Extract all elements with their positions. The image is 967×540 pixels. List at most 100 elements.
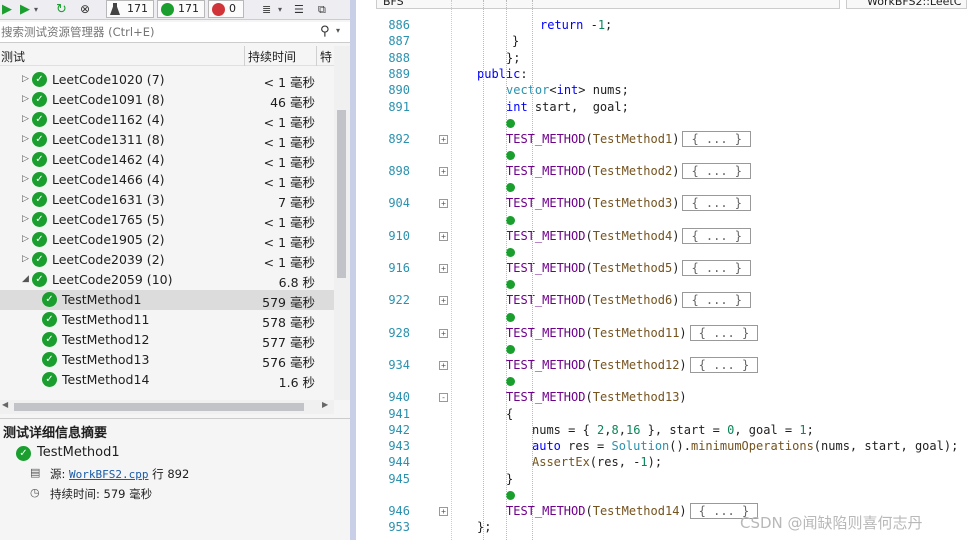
tree-row[interactable]: ▷ ✓ LeetCode1020 (7) < 1 毫秒 <box>0 70 334 90</box>
rerun-icon[interactable]: ↻ <box>56 1 67 18</box>
layout-icon[interactable]: ⧉ <box>318 1 326 18</box>
code-line[interactable]: AssertEx(res, -1); <box>532 454 662 470</box>
tree-row[interactable]: ▷ ✓ LeetCode1462 (4) < 1 毫秒 <box>0 150 334 170</box>
expand-fold-icon[interactable]: + <box>439 167 448 177</box>
code-line[interactable]: TEST_METHOD(TestMethod14){ ... } <box>506 503 759 519</box>
tree-row[interactable]: ▷ ✓ LeetCode1091 (8) 46 毫秒 <box>0 90 334 110</box>
codelens-pass-icon[interactable] <box>506 183 515 193</box>
tree-horizontal-scrollbar[interactable]: ◀ ▶ <box>0 400 334 414</box>
code-line[interactable]: public: <box>477 66 528 82</box>
code-line[interactable]: return -1; <box>540 17 612 33</box>
tree-row[interactable]: ✓ TestMethod12 577 毫秒 <box>0 330 334 350</box>
expand-fold-icon[interactable]: + <box>439 199 448 209</box>
expand-icon[interactable]: ▷ <box>22 214 29 224</box>
codelens-pass-icon[interactable] <box>506 344 515 354</box>
code-line[interactable]: TEST_METHOD(TestMethod6){ ... } <box>506 292 752 309</box>
codelens-pass-icon[interactable] <box>506 151 515 161</box>
expand-icon[interactable]: ▷ <box>22 114 29 124</box>
group-dropdown-icon[interactable]: ▾ <box>278 1 282 18</box>
cancel-icon[interactable]: ⊗ <box>80 1 90 18</box>
passed-tests-badge[interactable]: 171 <box>157 0 205 18</box>
line-number: 898 <box>388 164 410 179</box>
code-line[interactable]: } <box>512 33 519 49</box>
settings-icon[interactable]: ☰ <box>294 1 304 18</box>
expand-icon[interactable]: ▷ <box>22 194 29 204</box>
code-line[interactable]: TEST_METHOD(TestMethod13) <box>506 389 687 405</box>
code-line[interactable]: { <box>506 406 513 422</box>
codelens-pass-icon[interactable] <box>506 491 515 500</box>
tree-row[interactable]: ▷ ✓ LeetCode1162 (4) < 1 毫秒 <box>0 110 334 130</box>
expand-fold-icon[interactable]: + <box>439 296 448 306</box>
expand-icon[interactable]: ▷ <box>22 154 29 164</box>
tree-row[interactable]: ◢ ✓ LeetCode2059 (10) 6.8 秒 <box>0 270 334 290</box>
column-duration[interactable]: 持续时间 <box>248 48 296 65</box>
test-duration: 576 毫秒 <box>262 355 315 370</box>
codelens-pass-icon[interactable] <box>506 248 515 257</box>
expand-fold-icon[interactable]: + <box>439 328 448 338</box>
total-tests-badge[interactable]: 171 <box>106 0 154 18</box>
codelens-pass-icon[interactable] <box>506 215 515 225</box>
search-icon[interactable]: ⚲ <box>320 24 330 39</box>
tree-row[interactable]: ▷ ✓ LeetCode1311 (8) < 1 毫秒 <box>0 130 334 150</box>
run-dropdown-icon[interactable]: ▾ <box>34 1 38 18</box>
collapse-icon[interactable]: ◢ <box>22 274 29 284</box>
search-dropdown-icon[interactable]: ▾ <box>336 26 340 35</box>
code-line[interactable]: }; <box>477 519 491 535</box>
tree-row[interactable]: ✓ TestMethod1 579 毫秒 <box>0 290 334 310</box>
collapse-fold-icon[interactable]: - <box>439 393 448 403</box>
code-line[interactable]: TEST_METHOD(TestMethod11){ ... } <box>506 324 759 341</box>
code-line[interactable]: auto res = Solution().minimumOperations(… <box>532 438 958 454</box>
line-number: 922 <box>388 293 410 308</box>
tree-row[interactable]: ▷ ✓ LeetCode1905 (2) < 1 毫秒 <box>0 230 334 250</box>
tree-row[interactable]: ▷ ✓ LeetCode1466 (4) < 1 毫秒 <box>0 170 334 190</box>
expand-icon[interactable]: ▷ <box>22 234 29 244</box>
failed-tests-badge[interactable]: 0 <box>208 0 244 18</box>
code-line[interactable]: vector<int> nums; <box>506 82 629 98</box>
group-by-icon[interactable]: ≣ <box>262 1 271 18</box>
run-icon[interactable]: ▶ <box>20 1 30 18</box>
codelens-pass-icon[interactable] <box>506 312 515 322</box>
code-line[interactable]: TEST_METHOD(TestMethod4){ ... } <box>506 227 752 244</box>
code-line[interactable]: TEST_METHOD(TestMethod5){ ... } <box>506 260 752 276</box>
tree-row[interactable]: ✓ TestMethod14 1.6 秒 <box>0 370 334 390</box>
code-line[interactable]: int start, goal; <box>506 99 629 115</box>
tree-row[interactable]: ✓ TestMethod13 576 毫秒 <box>0 350 334 370</box>
expand-fold-icon[interactable]: + <box>439 264 448 273</box>
codelens-pass-icon[interactable] <box>506 377 515 387</box>
run-all-icon[interactable]: ▶ <box>2 1 12 18</box>
tree-row[interactable]: ▷ ✓ LeetCode2039 (2) < 1 毫秒 <box>0 250 334 270</box>
code-line[interactable]: TEST_METHOD(TestMethod1){ ... } <box>506 130 752 147</box>
code-line[interactable]: TEST_METHOD(TestMethod2){ ... } <box>506 163 752 180</box>
hscroll-thumb[interactable] <box>14 403 304 411</box>
codelens-pass-icon[interactable] <box>506 280 515 290</box>
column-test[interactable]: 测试 <box>1 48 25 65</box>
scroll-right-icon[interactable]: ▶ <box>322 400 328 409</box>
expand-fold-icon[interactable]: + <box>439 134 448 144</box>
expand-icon[interactable]: ▷ <box>22 174 29 184</box>
expand-fold-icon[interactable]: + <box>439 231 448 241</box>
tree-row[interactable]: ✓ TestMethod11 578 毫秒 <box>0 310 334 330</box>
search-input[interactable] <box>0 23 318 41</box>
column-header: 测试 持续时间 特 <box>0 46 334 66</box>
codelens-pass-icon[interactable] <box>506 118 515 128</box>
expand-icon[interactable]: ▷ <box>22 254 29 264</box>
expand-icon[interactable]: ▷ <box>22 134 29 144</box>
code-line[interactable]: nums = { 2,8,16 }, start = 0, goal = 1; <box>532 422 814 438</box>
scroll-left-icon[interactable]: ◀ <box>2 400 8 409</box>
expand-icon[interactable]: ▷ <box>22 74 29 84</box>
expand-fold-icon[interactable]: + <box>439 360 448 370</box>
code-line[interactable]: } <box>506 471 513 487</box>
code-line[interactable]: TEST_METHOD(TestMethod12){ ... } <box>506 356 759 373</box>
source-file-link[interactable]: WorkBFS2.cpp <box>69 468 148 481</box>
scroll-thumb[interactable] <box>337 110 346 278</box>
code-area[interactable]: 886 return -1; 887} 888}; 889 public: 890 vecto… <box>356 0 967 540</box>
test-name: LeetCode1162 (4) <box>52 112 165 127</box>
expand-icon[interactable]: ▷ <box>22 94 29 104</box>
code-line[interactable]: TEST_METHOD(TestMethod3){ ... } <box>506 195 752 212</box>
expand-fold-icon[interactable]: + <box>439 507 448 516</box>
code-line[interactable]: }; <box>506 50 520 66</box>
tree-row[interactable]: ▷ ✓ LeetCode1631 (3) 7 毫秒 <box>0 190 334 210</box>
tree-row[interactable]: ▷ ✓ LeetCode1765 (5) < 1 毫秒 <box>0 210 334 230</box>
column-extra[interactable]: 特 <box>320 48 332 65</box>
tree-vertical-scrollbar[interactable] <box>334 46 350 400</box>
